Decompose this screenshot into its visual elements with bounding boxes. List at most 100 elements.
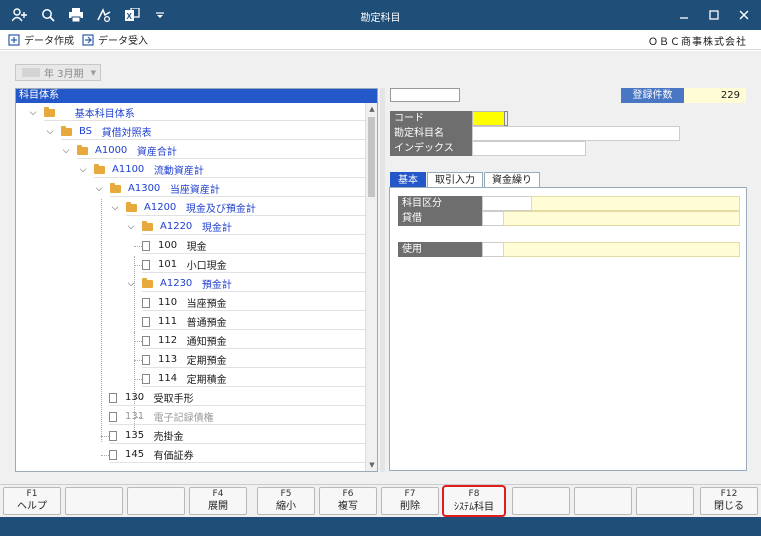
- chevron-down-icon[interactable]: ⌵: [126, 279, 136, 289]
- chevron-down-icon[interactable]: ⌵: [94, 184, 104, 194]
- f10-empty-button: [574, 487, 632, 515]
- tab-basic[interactable]: 基本: [390, 172, 426, 187]
- tree-node[interactable]: 111 普通預金: [16, 314, 365, 330]
- f8-system-account-button[interactable]: F8 ｼｽﾃﾑ科目: [442, 485, 506, 517]
- document-icon: [142, 335, 150, 346]
- tree-node[interactable]: 114 定期積金: [16, 371, 365, 387]
- minimize-icon[interactable]: [673, 6, 695, 24]
- tree-node[interactable]: ⌵ A1000 資産合計: [16, 143, 365, 159]
- registered-count-label: 登録件数: [621, 88, 684, 103]
- data-create-menu[interactable]: データ作成: [8, 32, 74, 47]
- data-create-label: データ作成: [24, 36, 74, 47]
- tree-node[interactable]: ⌵ A1100 流動資産計: [16, 162, 365, 178]
- code-input-caret: [504, 111, 508, 126]
- document-icon: [109, 449, 117, 460]
- main-area: 年 3月期 ▼ 科目体系 ⌵ 基本科目体系 ⌵ BS 貸借対照表 ⌵ A1000…: [0, 51, 761, 484]
- f4-expand-button[interactable]: F4 展開: [189, 487, 247, 515]
- tab-cash-flow[interactable]: 資金繰り: [484, 172, 540, 187]
- document-icon: [109, 411, 117, 422]
- chevron-down-icon[interactable]: ⌵: [28, 108, 38, 118]
- folder-icon: [142, 220, 153, 231]
- scroll-up-icon[interactable]: ▲: [366, 103, 377, 115]
- function-key-bar: F1 ヘルプ F4 展開 F5 縮小 F6 複写 F7 削除 F8 ｼｽﾃﾑ科目 F12 閉じ…: [0, 484, 761, 517]
- folder-icon: [110, 182, 121, 193]
- chevron-down-icon[interactable]: ⌵: [45, 127, 55, 137]
- folder-icon: [61, 125, 72, 136]
- top-empty-box: [390, 88, 460, 102]
- tree-node[interactable]: ⌵ A1220 現金計: [16, 219, 365, 235]
- chevron-down-icon[interactable]: ⌵: [110, 203, 120, 213]
- index-input[interactable]: [472, 141, 586, 156]
- f9-empty-button: [512, 487, 570, 515]
- usage-label: 使用: [398, 242, 482, 257]
- f5-collapse-button[interactable]: F5 縮小: [257, 487, 315, 515]
- tree-node[interactable]: 130 受取手形: [16, 390, 365, 406]
- period-year-redacted: [22, 68, 40, 77]
- tree-node[interactable]: 101 小口現金: [16, 257, 365, 273]
- f7-delete-button[interactable]: F7 削除: [381, 487, 439, 515]
- document-icon: [142, 297, 150, 308]
- account-category-code-input[interactable]: [482, 196, 532, 211]
- tree-node[interactable]: 113 定期預金: [16, 352, 365, 368]
- maximize-icon[interactable]: [703, 6, 725, 24]
- document-icon: [142, 259, 150, 270]
- scroll-thumb[interactable]: [368, 117, 375, 197]
- f3-empty-button: [127, 487, 185, 515]
- usage-code-input[interactable]: [482, 242, 504, 257]
- tree-node[interactable]: ⌵ A1300 当座資産計: [16, 181, 365, 197]
- data-create-icon: [8, 33, 20, 46]
- f6-copy-button[interactable]: F6 複写: [319, 487, 377, 515]
- account-category-input[interactable]: [531, 196, 740, 211]
- registered-count-value: 229: [684, 88, 746, 103]
- scroll-down-icon[interactable]: ▼: [366, 459, 377, 471]
- tree-node[interactable]: 100 現金: [16, 238, 365, 254]
- tree-node[interactable]: 110 当座預金: [16, 295, 365, 311]
- tab-transaction-input[interactable]: 取引入力: [427, 172, 483, 187]
- tree-node[interactable]: ⌵ A1200 現金及び預金計: [16, 200, 365, 216]
- tree-node[interactable]: 145 有価証券: [16, 447, 365, 463]
- code-input[interactable]: [472, 111, 506, 126]
- tree-node[interactable]: ⌵ 基本科目体系: [16, 105, 365, 121]
- data-import-icon: [82, 33, 94, 46]
- folder-icon: [94, 163, 105, 174]
- account-name-label: 勘定科目名: [390, 126, 472, 141]
- f2-empty-button: [65, 487, 123, 515]
- data-import-menu[interactable]: データ受入: [82, 32, 148, 47]
- usage-input[interactable]: [503, 242, 740, 257]
- tree-node[interactable]: ⌵ BS 貸借対照表: [16, 124, 365, 140]
- account-tree-panel: 科目体系 ⌵ 基本科目体系 ⌵ BS 貸借対照表 ⌵ A1000 資産合計 ⌵ …: [15, 88, 378, 472]
- code-label: コード: [390, 111, 472, 126]
- tree-node[interactable]: ⌵ A1230 預金計: [16, 276, 365, 292]
- f12-close-button[interactable]: F12 閉じる: [700, 487, 758, 515]
- tree-node[interactable]: 112 通知預金: [16, 333, 365, 349]
- panel-splitter[interactable]: [380, 88, 385, 472]
- chevron-down-icon[interactable]: ⌵: [126, 222, 136, 232]
- title-bar: X 勘定科目: [0, 0, 761, 30]
- account-category-label: 科目区分: [398, 196, 482, 211]
- tree-header: 科目体系: [16, 89, 377, 103]
- tree-node[interactable]: 135 売掛金: [16, 428, 365, 444]
- detail-tabs: 基本 取引入力 資金繰り: [390, 172, 541, 188]
- tree-scrollbar[interactable]: ▲ ▼: [365, 103, 377, 471]
- document-icon: [109, 430, 117, 441]
- tree-node[interactable]: 131 電子記録債権: [16, 409, 365, 425]
- document-icon: [142, 316, 150, 327]
- f1-help-button[interactable]: F1 ヘルプ: [3, 487, 61, 515]
- status-bar: [0, 517, 761, 536]
- f11-empty-button: [636, 487, 694, 515]
- close-icon[interactable]: [733, 6, 755, 24]
- basic-tab-panel: 科目区分 貸借 使用: [389, 187, 747, 471]
- debit-credit-code-input[interactable]: [482, 211, 504, 226]
- folder-icon: [142, 277, 153, 288]
- document-icon: [142, 373, 150, 384]
- chevron-down-icon[interactable]: ⌵: [78, 165, 88, 175]
- menu-bar: データ作成 データ受入 ＯＢＣ商事株式会社: [0, 30, 761, 50]
- period-select[interactable]: 年 3月期 ▼: [15, 64, 101, 81]
- document-icon: [142, 240, 150, 251]
- period-value: 年 3月期: [44, 69, 84, 80]
- debit-credit-label: 貸借: [398, 211, 482, 226]
- debit-credit-input[interactable]: [503, 211, 740, 226]
- account-name-input[interactable]: [472, 126, 680, 141]
- window-title: 勘定科目: [360, 13, 401, 24]
- chevron-down-icon[interactable]: ⌵: [61, 146, 71, 156]
